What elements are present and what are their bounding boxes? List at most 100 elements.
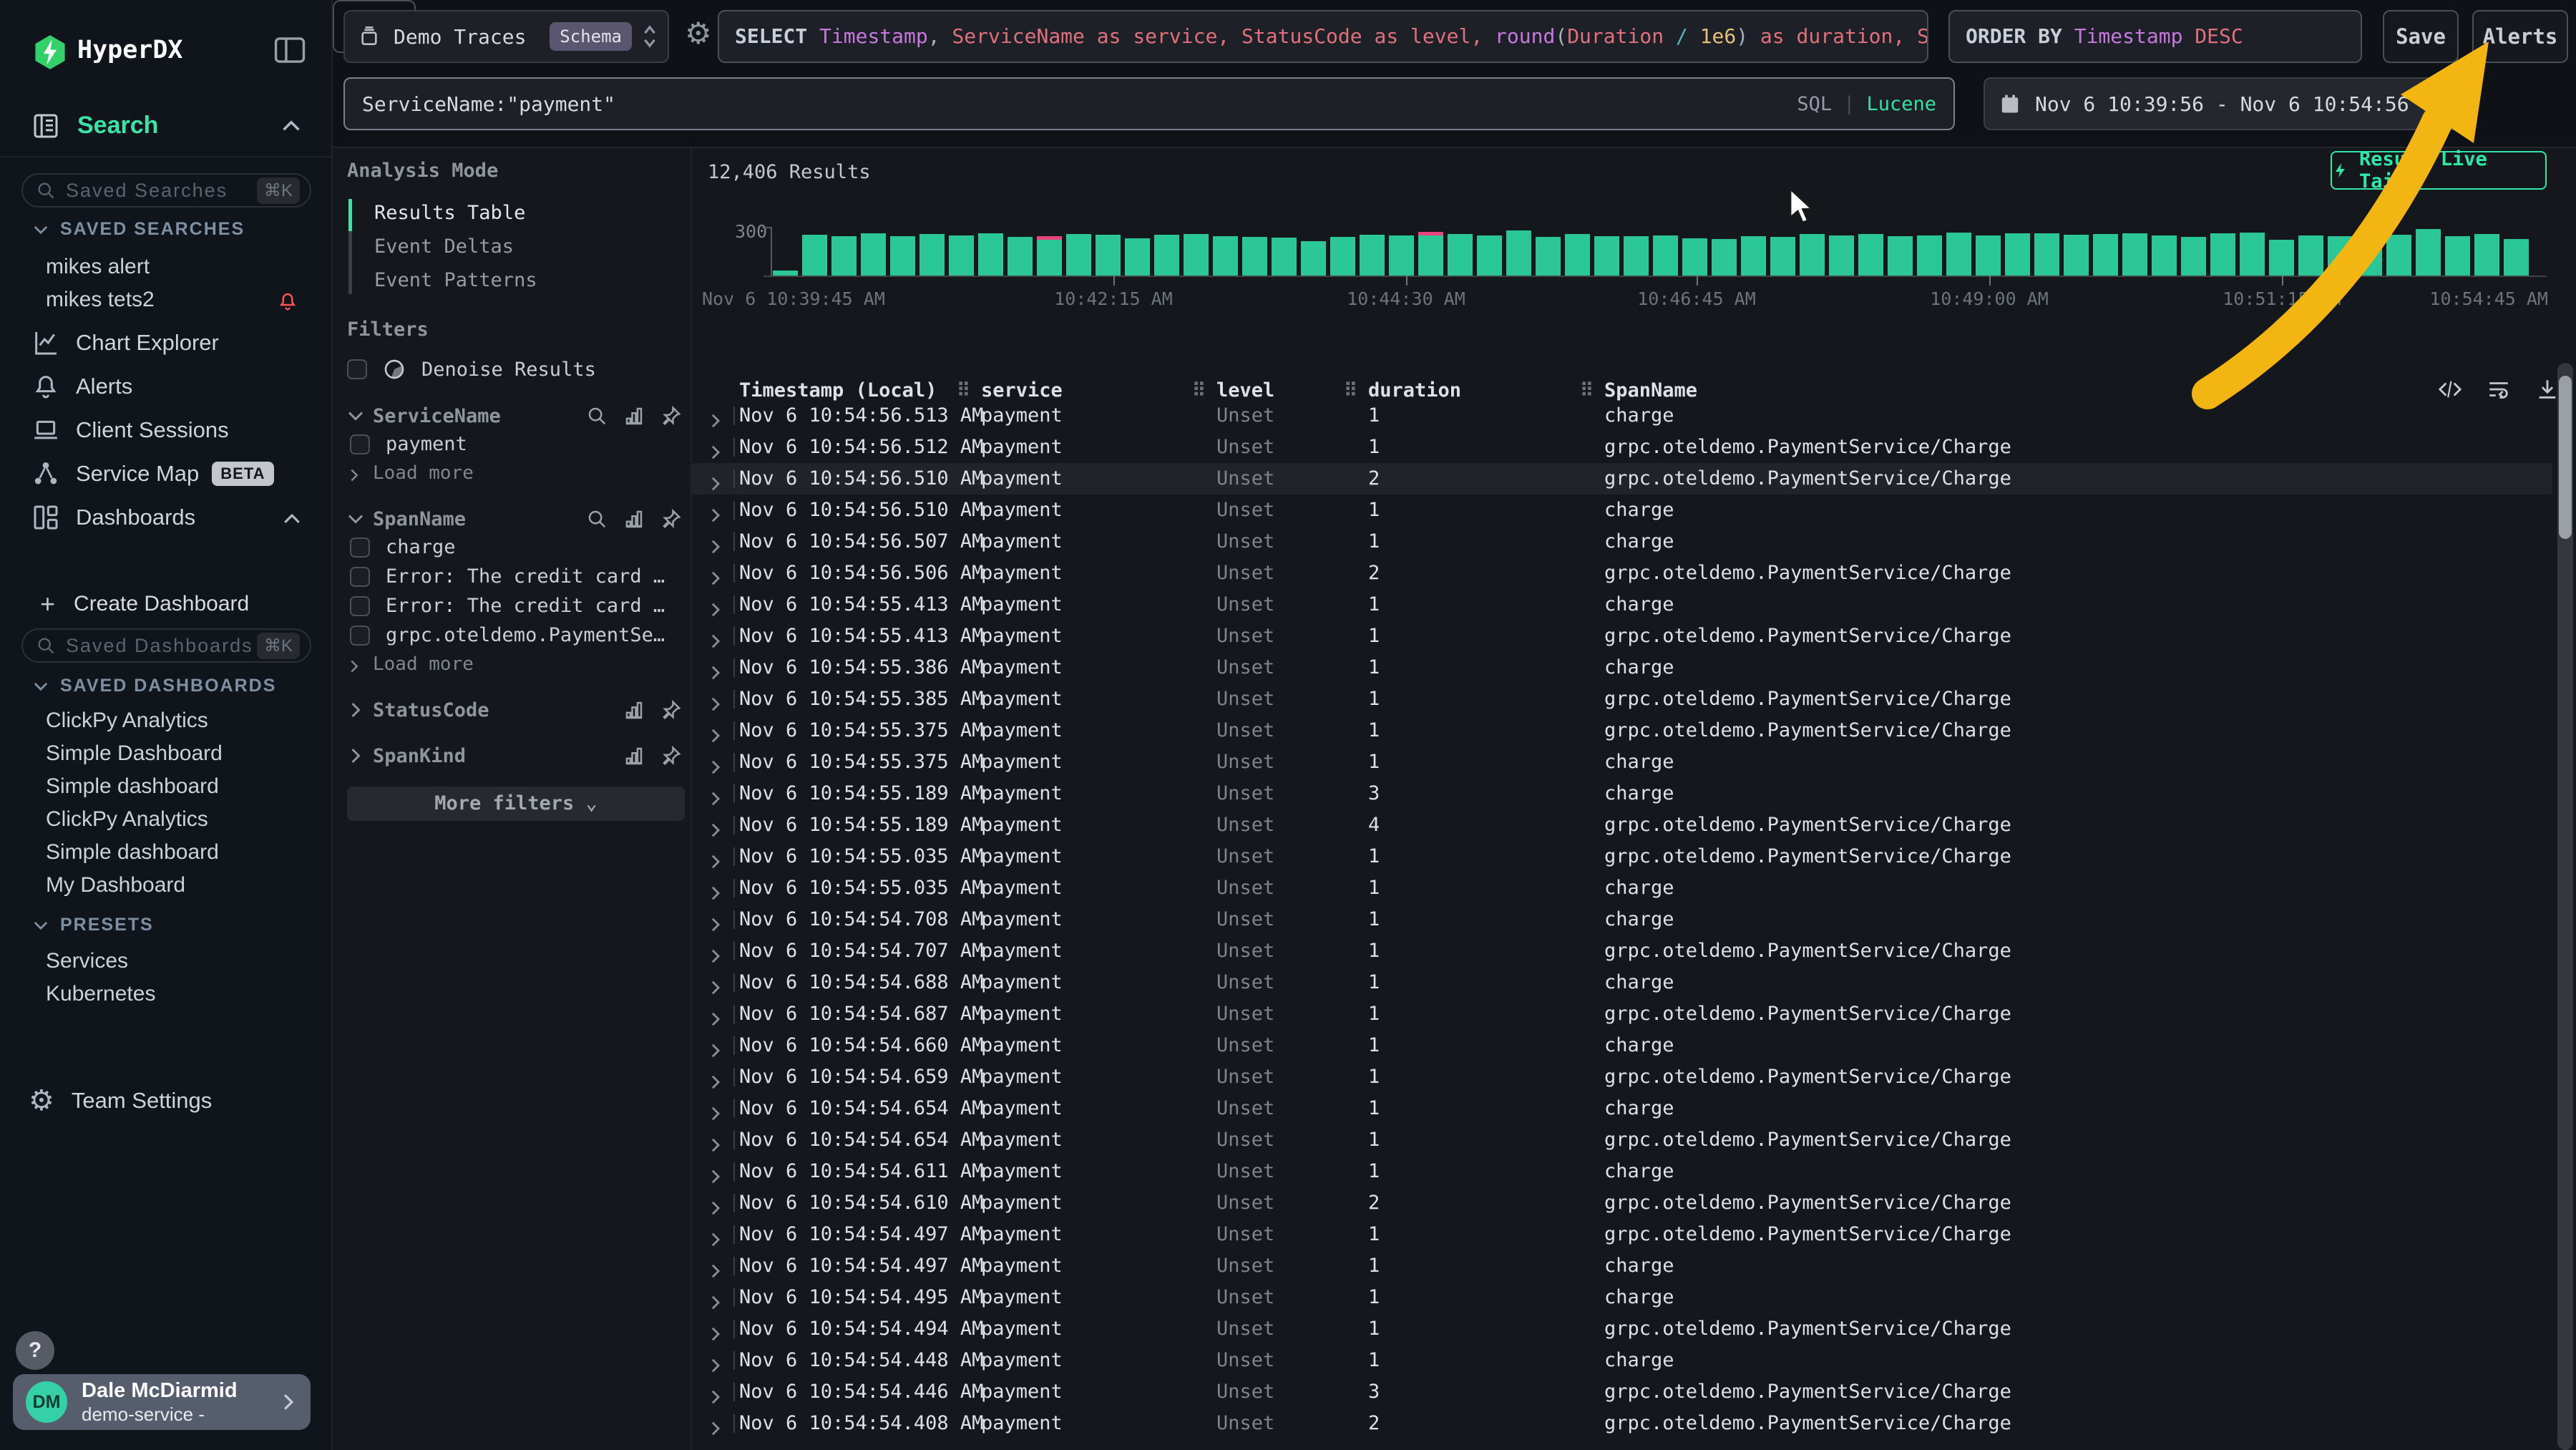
histogram-bar[interactable]: [2474, 234, 2499, 276]
table-row[interactable]: Nov 6 10:54:54.610 AMpaymentUnset2grpc.o…: [692, 1187, 2552, 1219]
saved-search-item[interactable]: mikes alert: [0, 250, 333, 283]
expand-row-chevron-icon[interactable]: [708, 722, 723, 738]
histogram-bar[interactable]: [1184, 234, 1209, 276]
sidebar-item-team-settings[interactable]: ⚙ Team Settings: [0, 1079, 333, 1122]
table-row[interactable]: Nov 6 10:54:54.687 AMpaymentUnset1grpc.o…: [692, 998, 2552, 1030]
histogram-bar[interactable]: [2181, 237, 2206, 276]
table-row[interactable]: Nov 6 10:54:55.189 AMpaymentUnset4grpc.o…: [692, 809, 2552, 841]
table-row[interactable]: Nov 6 10:54:54.497 AMpaymentUnset1charge: [692, 1250, 2552, 1282]
saved-searches-header[interactable]: SAVED SEARCHES: [33, 219, 245, 240]
histogram-bar[interactable]: [773, 271, 798, 276]
table-row[interactable]: Nov 6 10:54:55.035 AMpaymentUnset1charge: [692, 872, 2552, 904]
histogram-bar[interactable]: [2504, 239, 2529, 276]
load-more-button[interactable]: Load more: [347, 650, 682, 678]
checkbox[interactable]: [350, 596, 370, 616]
table-row[interactable]: Nov 6 10:54:56.506 AMpaymentUnset2grpc.o…: [692, 558, 2552, 589]
table-row[interactable]: Nov 6 10:54:55.413 AMpaymentUnset1grpc.o…: [692, 621, 2552, 652]
table-row[interactable]: Nov 6 10:54:54.611 AMpaymentUnset1charge: [692, 1156, 2552, 1187]
saved-dashboard-item[interactable]: ClickPy Analytics: [0, 704, 333, 737]
histogram-bar[interactable]: [2152, 235, 2177, 276]
analysis-mode-event-patterns[interactable]: Event Patterns: [348, 263, 682, 297]
expand-row-chevron-icon[interactable]: [708, 1037, 723, 1053]
sql-toggle[interactable]: SQL: [1797, 93, 1832, 115]
saved-dashboard-item[interactable]: Simple dashboard: [0, 836, 333, 869]
histogram-bar[interactable]: [1536, 237, 1561, 276]
select-clause-editor[interactable]: SELECT Timestamp, ServiceName as service…: [718, 10, 1928, 63]
histogram-bar[interactable]: [919, 234, 945, 276]
histogram-bar[interactable]: [1125, 238, 1150, 276]
order-by-editor[interactable]: ORDER BY Timestamp DESC: [1948, 10, 2362, 63]
sidebar-item-chart-explorer[interactable]: Chart Explorer: [0, 321, 333, 364]
histogram-bar[interactable]: [890, 236, 915, 276]
histogram-bar[interactable]: [1330, 237, 1355, 276]
saved-searches-input[interactable]: Saved Searches ⌘K: [21, 173, 311, 208]
expand-row-chevron-icon[interactable]: [708, 880, 723, 895]
saved-search-item[interactable]: mikes tets2: [0, 283, 333, 316]
expand-row-chevron-icon[interactable]: [708, 565, 723, 580]
scrollbar-track[interactable]: [2557, 363, 2573, 1450]
more-filters-button[interactable]: More filters ⌄: [347, 787, 685, 821]
expand-row-chevron-icon[interactable]: [708, 1320, 723, 1336]
table-row[interactable]: Nov 6 10:54:54.660 AMpaymentUnset1charge: [692, 1030, 2552, 1061]
create-dashboard-button[interactable]: + Create Dashboard: [0, 585, 333, 623]
histogram-bar[interactable]: [1418, 232, 1443, 276]
histogram-bar[interactable]: [1682, 238, 1707, 276]
histogram-bar[interactable]: [2122, 233, 2147, 276]
expand-row-chevron-icon[interactable]: [708, 1383, 723, 1399]
facet-header[interactable]: ServiceName: [347, 402, 682, 429]
histogram-bar[interactable]: [2240, 233, 2265, 276]
table-row[interactable]: Nov 6 10:54:55.035 AMpaymentUnset1grpc.o…: [692, 841, 2552, 872]
lucene-toggle[interactable]: Lucene: [1866, 93, 1936, 115]
histogram-bar[interactable]: [1242, 237, 1267, 276]
text-wrap-icon[interactable]: [2487, 377, 2511, 402]
language-toggle[interactable]: SQL | Lucene: [1797, 93, 1936, 115]
saved-dashboards-input[interactable]: Saved Dashboards ⌘K: [21, 628, 311, 663]
expand-row-chevron-icon[interactable]: [708, 943, 723, 958]
preset-item[interactable]: Services: [0, 945, 333, 978]
checkbox[interactable]: [350, 537, 370, 558]
chevron-up-icon[interactable]: [281, 116, 301, 136]
histogram-bar[interactable]: [2357, 230, 2382, 276]
user-menu[interactable]: DM Dale McDiarmid demo-service -: [13, 1374, 311, 1430]
saved-dashboard-item[interactable]: ClickPy Analytics: [0, 803, 333, 836]
table-row[interactable]: Nov 6 10:54:54.408 AMpaymentUnset2grpc.o…: [692, 1408, 2552, 1439]
histogram-bar[interactable]: [1448, 234, 1473, 276]
histogram-bar[interactable]: [1946, 233, 1971, 276]
expand-row-chevron-icon[interactable]: [708, 1415, 723, 1431]
expand-row-chevron-icon[interactable]: [708, 754, 723, 769]
table-row[interactable]: Nov 6 10:54:56.512 AMpaymentUnset1grpc.o…: [692, 432, 2552, 463]
histogram-bar[interactable]: [1213, 236, 1238, 276]
histogram-bar[interactable]: [1770, 237, 1795, 276]
table-row[interactable]: Nov 6 10:54:54.497 AMpaymentUnset1grpc.o…: [692, 1219, 2552, 1250]
checkbox[interactable]: [350, 567, 370, 587]
facet-header[interactable]: StatusCode: [347, 696, 682, 724]
histogram-bar[interactable]: [1477, 235, 1502, 276]
expand-row-chevron-icon[interactable]: [708, 1194, 723, 1210]
table-row[interactable]: Nov 6 10:54:55.375 AMpaymentUnset1grpc.o…: [692, 715, 2552, 746]
histogram-bar[interactable]: [2034, 233, 2059, 276]
facet-actions[interactable]: [586, 508, 682, 530]
histogram-bar[interactable]: [2416, 229, 2441, 276]
expand-row-chevron-icon[interactable]: [708, 1006, 723, 1021]
date-range-picker[interactable]: Nov 6 10:39:56 - Nov 6 10:54:56: [1984, 77, 2459, 130]
histogram-bar[interactable]: [2005, 233, 2030, 276]
saved-dashboard-item[interactable]: Simple Dashboard: [0, 737, 333, 770]
table-row[interactable]: Nov 6 10:54:55.189 AMpaymentUnset3charge: [692, 778, 2552, 809]
expand-row-chevron-icon[interactable]: [708, 439, 723, 454]
save-button[interactable]: Save: [2383, 10, 2459, 63]
histogram-bar[interactable]: [802, 235, 827, 276]
facet-actions[interactable]: [623, 745, 682, 767]
help-button[interactable]: ?: [16, 1331, 54, 1370]
expand-row-chevron-icon[interactable]: [708, 1100, 723, 1116]
saved-dashboard-item[interactable]: My Dashboard: [0, 869, 333, 902]
table-row[interactable]: Nov 6 10:54:54.446 AMpaymentUnset3grpc.o…: [692, 1376, 2552, 1408]
table-row[interactable]: Nov 6 10:54:56.510 AMpaymentUnset1charge: [692, 495, 2552, 526]
scrollbar-thumb[interactable]: [2559, 376, 2572, 539]
histogram-bar[interactable]: [2298, 235, 2323, 276]
expand-row-chevron-icon[interactable]: [708, 1132, 723, 1147]
expand-row-chevron-icon[interactable]: [708, 502, 723, 517]
facet-header[interactable]: SpanName: [347, 505, 682, 532]
histogram-bar[interactable]: [1037, 236, 1062, 276]
histogram-bar[interactable]: [1389, 235, 1414, 276]
histogram-bar[interactable]: [1096, 235, 1121, 276]
